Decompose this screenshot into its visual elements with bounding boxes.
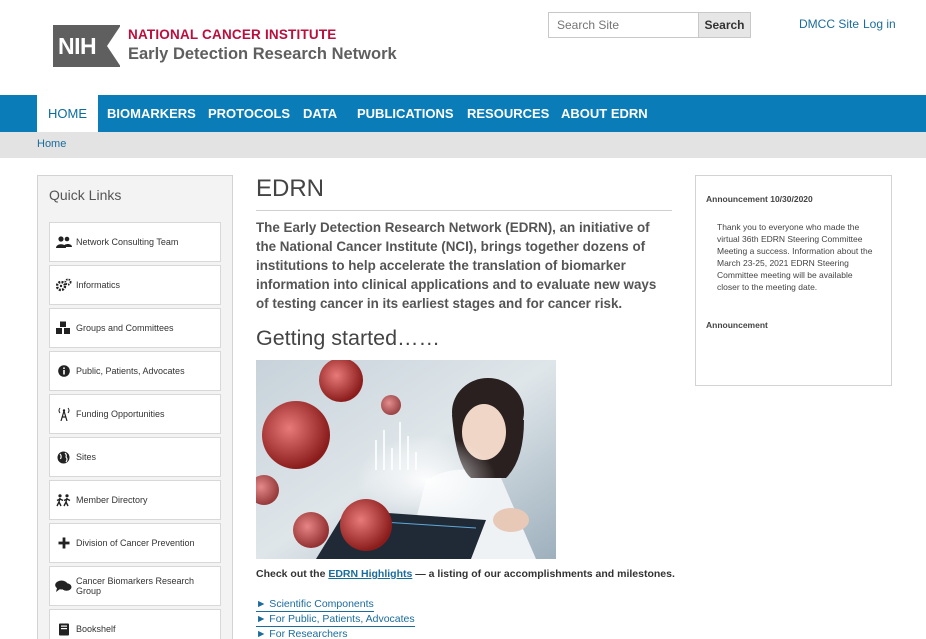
announcement-title-2: Announcement (706, 320, 768, 330)
public-patients-advocates-link[interactable]: ► For Public, Patients, Advocates (256, 613, 415, 627)
edrn-highlights-link[interactable]: EDRN Highlights (328, 568, 412, 580)
nav-home[interactable]: Home (37, 95, 98, 132)
logo-text: NATIONAL CANCER INSTITUTE Early Detectio… (128, 27, 397, 65)
quick-link-public-patients[interactable]: Public, Patients, Advocates (49, 351, 221, 391)
quick-link-informatics[interactable]: Informatics (49, 265, 221, 305)
nav-publications[interactable]: Publications (346, 95, 465, 132)
page-title: EDRN (256, 175, 325, 202)
book-icon (55, 622, 72, 636)
nih-badge: NIH (53, 25, 121, 67)
scientific-components-link[interactable]: ► Scientific Components (256, 598, 374, 612)
quick-link-division-cancer-prevention[interactable]: Division of Cancer Prevention (49, 523, 221, 563)
cogs-icon (55, 278, 72, 292)
dmcc-site-link[interactable]: DMCC Site (799, 17, 859, 31)
announcement-body: Thank you to everyone who made the virtu… (717, 222, 873, 292)
quick-link-label: Bookshelf (76, 624, 116, 634)
quick-links-panel: Quick Links Network Consulting Team Info… (37, 175, 233, 639)
quick-link-bookshelf[interactable]: Bookshelf (49, 609, 221, 639)
quick-link-label: Sites (76, 452, 97, 462)
quick-link-label: Network Consulting Team (76, 237, 179, 247)
announcement-title: Announcement 10/30/2020 (706, 194, 813, 204)
site-logo[interactable]: NIH NATIONAL CANCER INSTITUTE Early Dete… (53, 24, 413, 68)
quick-link-label: Funding Opportunities (76, 409, 165, 419)
search-form: Search (548, 12, 751, 38)
getting-started-heading: Getting started…… (256, 326, 441, 350)
quick-links-title: Quick Links (49, 187, 122, 203)
quick-link-label: Groups and Committees (76, 323, 174, 333)
quick-link-sites[interactable]: Sites (49, 437, 221, 477)
quick-link-groups-committees[interactable]: Groups and Committees (49, 308, 221, 348)
intro-text: The Early Detection Research Network (ED… (256, 220, 657, 311)
org-name: NATIONAL CANCER INSTITUTE (128, 27, 337, 42)
nav-about[interactable]: About EDRN (550, 95, 659, 132)
plus-icon (55, 536, 72, 550)
nih-badge-text: NIH (58, 32, 97, 59)
login-link[interactable]: Log in (863, 17, 896, 31)
nav-biomarkers[interactable]: Biomarkers (96, 95, 207, 132)
users-icon (55, 235, 72, 249)
quick-link-cancer-biomarkers-research-group[interactable]: Cancer Biomarkers Research Group (49, 566, 221, 606)
people-walking-icon (55, 493, 72, 507)
info-circle-icon (55, 364, 72, 378)
breadcrumb-home[interactable]: Home (37, 138, 66, 150)
quick-link-label: Public, Patients, Advocates (76, 366, 185, 376)
quick-link-label: Informatics (76, 280, 121, 290)
comments-icon (55, 579, 72, 593)
for-researchers-link[interactable]: ► For Researchers (256, 628, 348, 639)
announcement-panel: Announcement 10/30/2020 Thank you to eve… (695, 175, 892, 386)
main-nav: Home Biomarkers Protocols Data Publicati… (0, 95, 926, 132)
nav-protocols[interactable]: Protocols (197, 95, 301, 132)
quick-link-label: Member Directory (76, 495, 148, 505)
highlights-text: Check out the EDRN Highlights — a listin… (256, 568, 675, 580)
quick-link-member-directory[interactable]: Member Directory (49, 480, 221, 520)
search-input[interactable] (548, 12, 698, 38)
search-button[interactable]: Search (698, 12, 751, 38)
broadcast-tower-icon (55, 407, 72, 421)
quick-link-label: Cancer Biomarkers Research Group (76, 576, 195, 596)
quick-link-funding[interactable]: Funding Opportunities (49, 394, 221, 434)
quick-link-network-consulting-team[interactable]: Network Consulting Team (49, 222, 221, 262)
breadcrumb: Home (0, 132, 926, 158)
site-name: Early Detection Research Network (128, 45, 397, 63)
quick-link-label: Division of Cancer Prevention (76, 538, 195, 548)
hero-image-researcher-microscope (256, 360, 556, 559)
highlights-suffix: — a listing of our accomplishments and m… (412, 568, 675, 580)
nav-data[interactable]: Data (292, 95, 348, 132)
nav-resources[interactable]: Resources (456, 95, 560, 132)
highlights-prefix: Check out the (256, 568, 329, 580)
title-divider (256, 210, 672, 211)
globe-icon (55, 450, 72, 464)
cubes-icon (55, 321, 72, 335)
